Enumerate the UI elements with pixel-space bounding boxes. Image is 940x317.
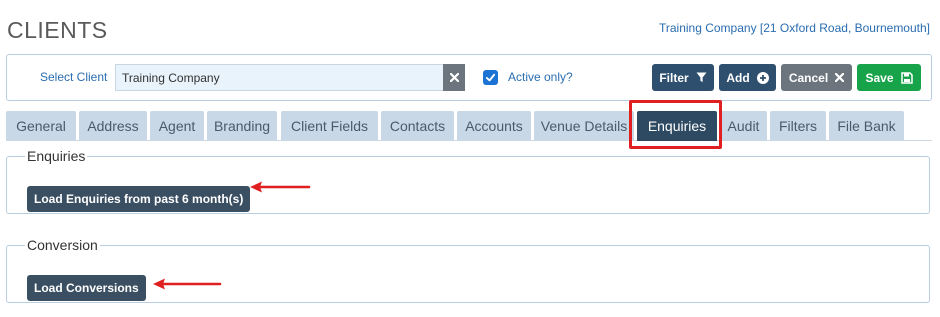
company-info: Training Company [21 Oxford Road, Bourne… <box>658 21 930 35</box>
floppy-disk-icon <box>900 71 913 84</box>
tab-general[interactable]: General <box>6 111 76 141</box>
tab-accounts[interactable]: Accounts <box>457 111 531 141</box>
tab-audit[interactable]: Audit <box>720 111 767 141</box>
cancel-button-label: Cancel <box>788 70 829 85</box>
filter-button-label: Filter <box>659 70 689 85</box>
annotation-arrow <box>250 181 311 193</box>
tab-branding[interactable]: Branding <box>207 111 277 141</box>
cancel-button[interactable]: Cancel <box>781 64 852 91</box>
client-select-panel: Select Client Active only? Filter Add Ca… <box>6 54 932 101</box>
clear-client-button[interactable] <box>443 64 465 91</box>
active-only-checkbox[interactable] <box>483 70 498 85</box>
close-icon <box>835 73 845 82</box>
enquiries-section: Enquiries Load Enquiries from past 6 mon… <box>6 148 930 214</box>
filter-button[interactable]: Filter <box>652 64 714 91</box>
tab-bar: General Address Agent Branding Client Fi… <box>6 110 932 141</box>
close-icon <box>449 73 459 82</box>
annotation-arrow <box>153 278 222 290</box>
tab-agent[interactable]: Agent <box>150 111 204 141</box>
add-button-label: Add <box>726 70 750 85</box>
tab-contacts[interactable]: Contacts <box>381 111 454 141</box>
tab-client-fields[interactable]: Client Fields <box>281 111 378 141</box>
save-button-label: Save <box>865 70 894 85</box>
conversion-section: Conversion Load Conversions <box>6 237 930 303</box>
enquiries-tab-highlight <box>629 100 722 149</box>
active-only-label: Active only? <box>508 70 573 84</box>
select-client-label: Select Client <box>40 70 108 84</box>
enquiries-legend: Enquiries <box>27 148 86 164</box>
add-button[interactable]: Add <box>719 64 776 91</box>
save-button[interactable]: Save <box>857 64 921 91</box>
load-conversions-button[interactable]: Load Conversions <box>27 275 146 301</box>
page-title: CLIENTS <box>7 17 108 43</box>
tab-filters[interactable]: Filters <box>770 111 826 141</box>
tab-file-bank[interactable]: File Bank <box>829 111 904 141</box>
plus-circle-icon <box>756 71 769 84</box>
conversion-legend: Conversion <box>27 237 98 253</box>
tab-venue-details[interactable]: Venue Details <box>534 111 634 141</box>
checkmark-icon <box>485 73 496 82</box>
client-select-input[interactable] <box>115 64 443 91</box>
tab-address[interactable]: Address <box>79 111 147 141</box>
load-enquiries-button[interactable]: Load Enquiries from past 6 month(s) <box>27 186 251 212</box>
filter-icon <box>696 72 707 83</box>
